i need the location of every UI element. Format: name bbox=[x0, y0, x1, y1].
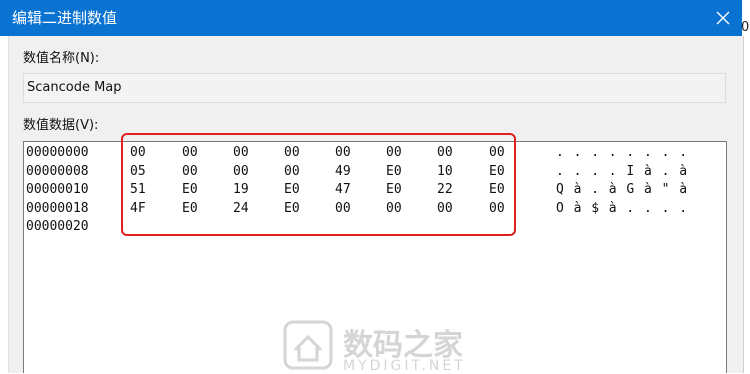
hex-byte[interactable]: 00 bbox=[284, 164, 300, 179]
hex-byte[interactable]: E0 bbox=[284, 182, 300, 197]
hex-ascii-char: . bbox=[626, 145, 635, 160]
hex-byte[interactable]: 00 bbox=[386, 145, 402, 160]
hex-ascii-char: à bbox=[679, 163, 688, 179]
hex-offset: 00000010 bbox=[26, 182, 89, 197]
hex-byte[interactable]: E0 bbox=[386, 164, 402, 179]
background-window-text: 0 bbox=[741, 20, 750, 35]
hex-byte[interactable]: E0 bbox=[182, 201, 198, 216]
hex-ascii-char: " bbox=[661, 182, 670, 197]
hex-ascii-char: . bbox=[556, 145, 564, 160]
hex-ascii-char: Q bbox=[556, 182, 564, 197]
hex-byte[interactable]: 00 bbox=[182, 164, 198, 179]
hex-offset: 00000000 bbox=[26, 145, 89, 160]
hex-byte[interactable]: 00 bbox=[130, 145, 146, 160]
hex-ascii-char: à bbox=[608, 200, 617, 216]
hex-byte[interactable]: 22 bbox=[437, 182, 453, 197]
hex-ascii-char: O bbox=[556, 200, 564, 216]
hex-ascii-char: à bbox=[573, 182, 582, 197]
hex-ascii-char: . bbox=[661, 200, 670, 216]
hex-byte[interactable]: E0 bbox=[489, 182, 505, 197]
hex-ascii-char: I bbox=[626, 163, 635, 179]
hex-byte[interactable]: 05 bbox=[130, 164, 146, 179]
hex-ascii-char: G bbox=[626, 182, 635, 197]
hex-byte[interactable]: 4F bbox=[130, 201, 146, 216]
hex-byte[interactable]: 00 bbox=[335, 201, 351, 216]
hex-ascii-char: à bbox=[644, 182, 652, 197]
value-name-label: 数值名称(N): bbox=[23, 51, 100, 66]
hex-ascii-char: . bbox=[573, 145, 582, 160]
hex-ascii-char: à bbox=[573, 200, 582, 216]
hex-ascii-char: à bbox=[679, 182, 688, 197]
hex-ascii-char: . bbox=[573, 163, 582, 179]
hex-byte[interactable]: 00 bbox=[335, 145, 351, 160]
close-icon bbox=[716, 11, 730, 25]
hex-byte[interactable]: 00 bbox=[233, 145, 249, 160]
value-data-label: 数值数据(V): bbox=[23, 118, 99, 133]
hex-ascii-char: . bbox=[591, 145, 600, 160]
watermark: 数码之家 MYDIGIT.NET bbox=[283, 320, 463, 374]
hex-ascii-char: $ bbox=[591, 200, 600, 216]
hex-ascii-char: à bbox=[644, 163, 652, 179]
hex-ascii-char: . bbox=[608, 145, 617, 160]
hex-byte[interactable]: 49 bbox=[335, 164, 351, 179]
hex-byte[interactable]: E0 bbox=[489, 164, 505, 179]
hex-byte[interactable]: 19 bbox=[233, 182, 249, 197]
hex-ascii-char: . bbox=[644, 200, 652, 216]
hex-ascii-char: . bbox=[556, 163, 564, 179]
hex-ascii-char: . bbox=[661, 163, 670, 179]
value-name-field[interactable]: Scancode Map bbox=[23, 73, 726, 103]
hex-byte[interactable]: 00 bbox=[489, 145, 505, 160]
hex-offset: 00000020 bbox=[26, 219, 89, 234]
hex-byte[interactable]: E0 bbox=[386, 182, 402, 197]
hex-byte[interactable]: E0 bbox=[182, 182, 198, 197]
hex-byte[interactable]: 00 bbox=[489, 201, 505, 216]
watermark-url: MYDIGIT.NET bbox=[343, 358, 466, 374]
hex-byte[interactable]: 24 bbox=[233, 201, 249, 216]
hex-ascii-char: . bbox=[591, 182, 600, 197]
hex-byte[interactable]: 00 bbox=[233, 164, 249, 179]
hex-byte[interactable]: 00 bbox=[284, 145, 300, 160]
hex-byte[interactable]: 00 bbox=[386, 201, 402, 216]
hex-byte[interactable]: E0 bbox=[284, 201, 300, 216]
hex-ascii-char: . bbox=[661, 145, 670, 160]
hex-byte[interactable]: 00 bbox=[437, 201, 453, 216]
hex-ascii-char: . bbox=[679, 200, 688, 216]
hex-ascii-char: . bbox=[679, 145, 688, 160]
hex-ascii-char: . bbox=[591, 163, 600, 179]
hex-ascii-char: . bbox=[644, 145, 652, 160]
hex-byte[interactable]: 00 bbox=[182, 145, 198, 160]
hex-byte[interactable]: 10 bbox=[437, 164, 453, 179]
hex-offset: 00000008 bbox=[26, 163, 89, 179]
hex-ascii-char: . bbox=[608, 163, 617, 179]
value-name-text: Scancode Map bbox=[27, 80, 122, 95]
hex-byte[interactable]: 00 bbox=[437, 145, 453, 160]
window-title: 编辑二进制数值 bbox=[12, 9, 118, 27]
hex-offset: 00000018 bbox=[26, 200, 89, 216]
hex-ascii-char: . bbox=[626, 200, 635, 216]
hex-byte[interactable]: 51 bbox=[130, 182, 146, 197]
hex-byte[interactable]: 47 bbox=[335, 182, 351, 197]
close-button[interactable] bbox=[704, 0, 742, 36]
house-logo-icon bbox=[283, 320, 333, 370]
title-bar: 编辑二进制数值 bbox=[0, 0, 742, 36]
hex-ascii-char: à bbox=[608, 182, 617, 197]
